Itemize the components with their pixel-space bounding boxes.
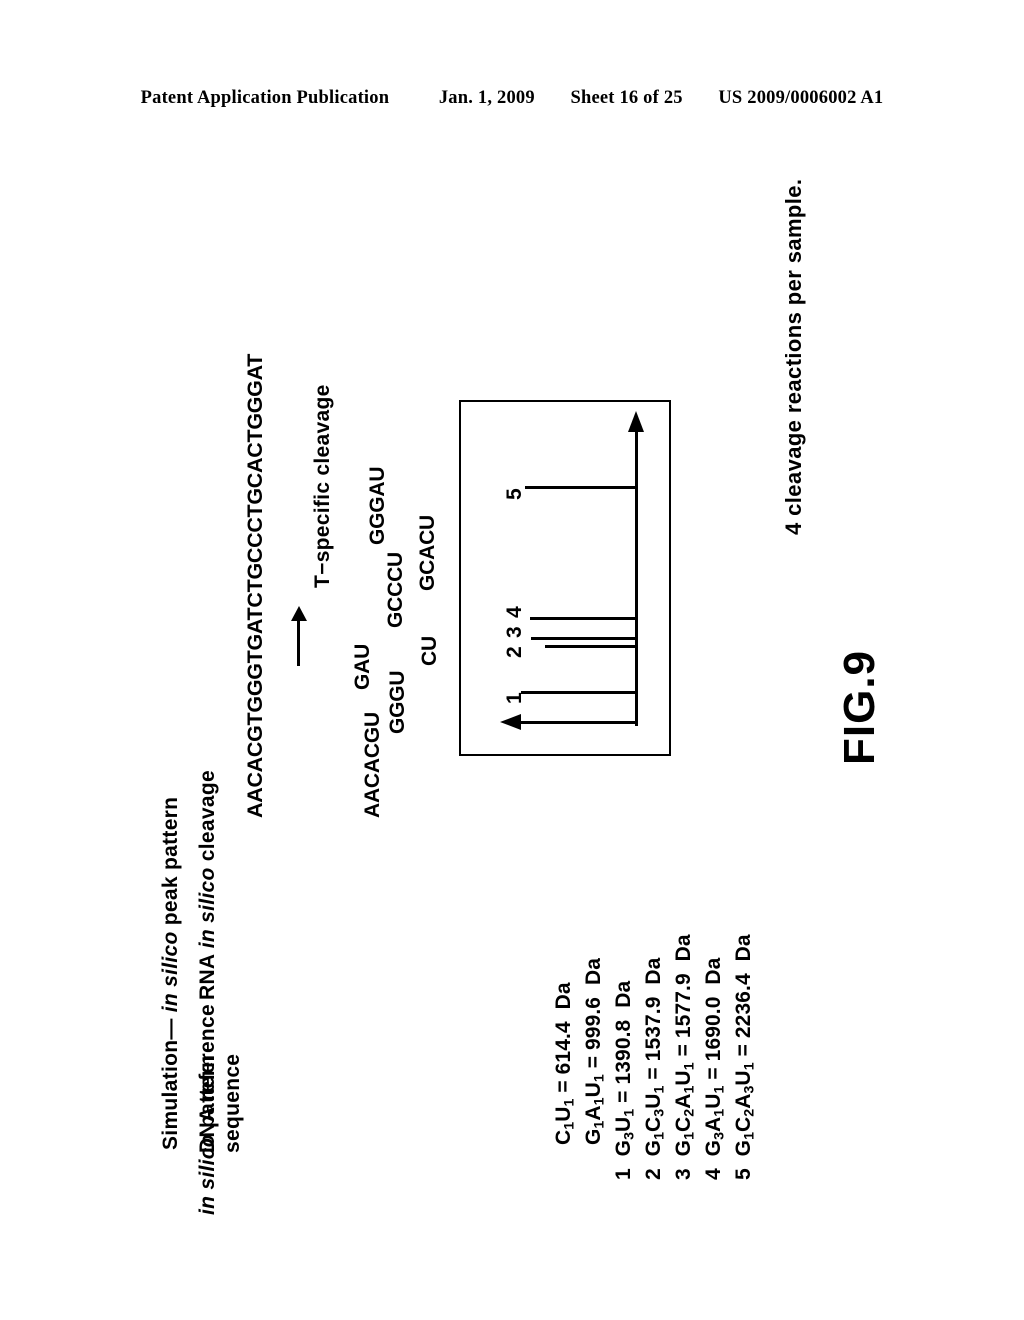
spectrum-peak	[545, 645, 637, 648]
spectrum-peak	[530, 617, 637, 620]
publication-label: Patent Application Publication	[140, 88, 390, 108]
pattern-row: 5 G1C2A3U1 = 2236.4 Da	[732, 934, 758, 1180]
pattern-row-unit-text: Da	[702, 957, 725, 985]
pattern-suffix: pattern	[196, 1054, 219, 1135]
label-t-specific-cleavage: T−specific cleavage	[311, 384, 334, 588]
pattern-row-equals: =	[702, 1061, 725, 1080]
pattern-row: 2 G1C3U1 = 1537.9 Da	[642, 957, 668, 1180]
pattern-row-formula: G1C3U1	[642, 1085, 668, 1163]
pattern-row: C1U1 = 614.4 Da	[552, 982, 578, 1145]
pattern-row-mass: 999.6	[582, 996, 605, 1050]
pattern-row-mass: 2236.4	[732, 973, 755, 1039]
pattern-italic: in silico	[196, 1134, 219, 1215]
pattern-row: 4 G3A1U1 = 1690.0 Da	[702, 957, 728, 1180]
rna-cleavage-prefix: RNA	[196, 948, 219, 1000]
spectrum-peak	[525, 486, 637, 489]
pattern-row-formula: C1U1	[552, 1098, 578, 1145]
rna-fragment: GGGAU	[366, 466, 389, 545]
pattern-row-formula: G1C2A1U1	[672, 1062, 698, 1163]
pattern-row-index: 2	[642, 1168, 665, 1180]
pattern-row-unit-text: Da	[582, 957, 605, 986]
pattern-row-mass: 1537.9	[642, 996, 665, 1062]
pattern-row-formula: G1C2A3U1	[732, 1062, 758, 1163]
pattern-row-mass: 614.4	[552, 1021, 575, 1075]
label-in-silico-pattern: in silico pattern	[196, 1054, 219, 1215]
pattern-row-index: 5	[732, 1168, 755, 1180]
spectrum-peak-label: 3	[503, 626, 526, 638]
pattern-row-index: 1	[612, 1168, 635, 1180]
simulation-title-prefix: Simulation—	[159, 1012, 182, 1150]
dna-reference-sequence: AACACGTGGGTGATCTGCCCTGCACTGGGAT	[243, 353, 267, 818]
pattern-row-formula: G3U1	[612, 1108, 638, 1163]
section-title-simulation: Simulation— in silico peak pattern	[159, 796, 182, 1150]
pattern-row-index: 4	[702, 1168, 725, 1180]
rna-fragment: GCCCU	[384, 552, 407, 628]
rna-fragment: GAU	[351, 643, 374, 690]
pattern-row: G1A1U1 = 999.6 Da	[582, 957, 608, 1145]
cleavage-arrow-icon	[290, 606, 307, 666]
rna-fragment: GGGU	[386, 670, 409, 734]
spectrum-peak	[531, 637, 637, 640]
pattern-row-equals: =	[612, 1084, 635, 1103]
pattern-row-mass: 1690.0	[702, 996, 725, 1062]
pattern-row-unit-text: Da	[552, 982, 575, 1010]
spectrum-peak-label: 5	[503, 488, 526, 500]
intensity-axis	[500, 713, 637, 730]
label-dna-reference-line2: sequence	[221, 1053, 244, 1153]
spectrum-peak-label: 1	[503, 692, 526, 704]
pattern-row-index: 3	[672, 1168, 695, 1180]
pattern-row-equals: =	[642, 1061, 665, 1080]
pattern-row-unit-text: Da	[642, 957, 665, 985]
sheet-number: Sheet 16 of 25	[570, 88, 683, 108]
pattern-row-unit	[702, 985, 725, 991]
pattern-row-unit	[552, 1009, 575, 1015]
pattern-row-unit	[672, 961, 695, 967]
spectrum-peak-label: 4	[503, 606, 526, 618]
pattern-row-unit	[582, 985, 605, 991]
pattern-row: 3 G1C2A1U1 = 1577.9 Da	[672, 934, 698, 1180]
spectrum-peak	[521, 691, 637, 694]
pattern-row-unit-text: Da	[612, 980, 635, 1008]
simulation-title-suffix: peak pattern	[159, 796, 182, 932]
pattern-row-equals: =	[552, 1074, 575, 1093]
pattern-row-unit-text: Da	[732, 934, 755, 962]
rna-cleavage-suffix: cleavage	[196, 770, 219, 868]
label-rna-in-silico-cleavage: RNA in silico cleavage	[196, 770, 219, 1000]
pattern-row-unit-text: Da	[672, 934, 695, 962]
rna-cleavage-italic: in silico	[196, 867, 219, 949]
pattern-row-unit	[642, 985, 665, 991]
rna-fragment: AACACGU	[361, 712, 384, 818]
simulation-title-italic: in silico	[159, 931, 182, 1013]
pattern-row-unit	[732, 961, 755, 967]
pattern-row-mass: 1577.9	[672, 973, 695, 1039]
patent-number: US 2009/0006002 A1	[718, 88, 884, 108]
pattern-row-equals: =	[672, 1038, 695, 1057]
publication-date: Jan. 1, 2009	[438, 88, 535, 108]
spectrum-peak-label: 2	[503, 646, 526, 658]
pattern-row-unit	[612, 1008, 635, 1014]
pattern-row-mass: 1390.8	[612, 1019, 635, 1085]
pattern-row-equals: =	[582, 1049, 605, 1069]
pattern-row-equals: =	[732, 1038, 755, 1057]
mass-axis	[628, 411, 644, 726]
figure-caption: 4 cleavage reactions per sample.	[781, 178, 806, 535]
rna-fragment: CU	[418, 636, 441, 666]
pattern-row-formula: G1A1U1	[582, 1074, 608, 1145]
pattern-row-formula: G3A1U1	[702, 1085, 728, 1163]
patent-header: Patent Application Publication Jan. 1, 2…	[0, 88, 1024, 109]
figure-number: FIG.9	[835, 649, 884, 765]
spectrum-panel: 1 2 3 4 5	[459, 400, 671, 756]
rna-fragment: GCACU	[416, 515, 439, 591]
pattern-row: 1 G3U1 = 1390.8 Da	[612, 980, 638, 1180]
